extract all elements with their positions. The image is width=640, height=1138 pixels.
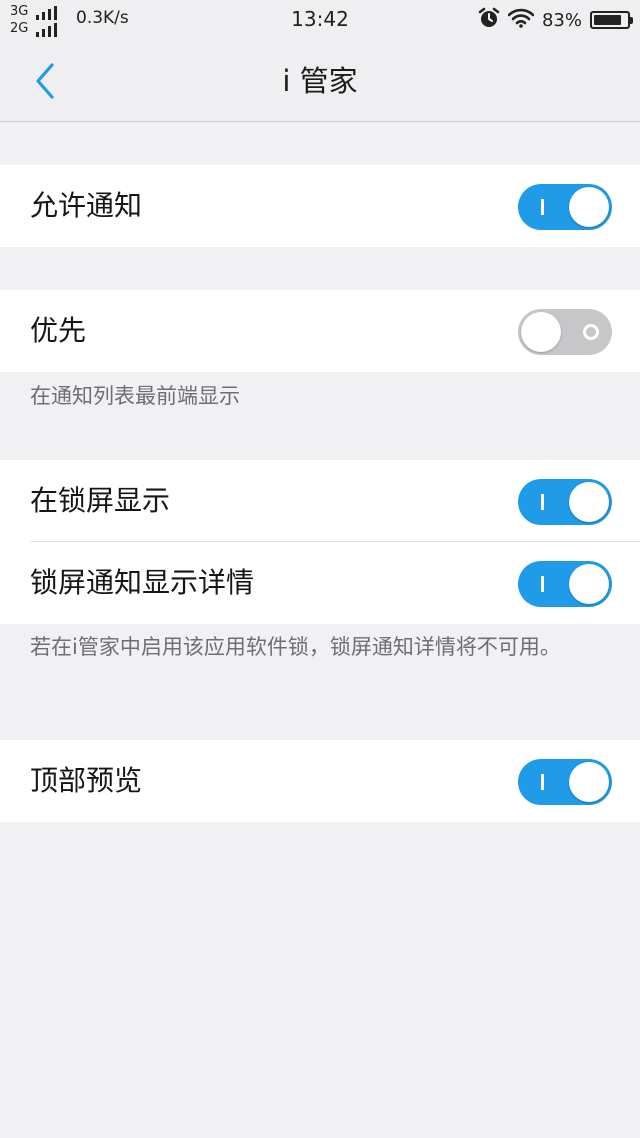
battery-level-fill	[594, 15, 621, 25]
toggle-knob	[569, 482, 609, 522]
chevron-left-icon	[36, 63, 54, 99]
allow-notifications-toggle[interactable]	[518, 184, 612, 230]
setting-lock-screen-details: 锁屏通知显示详情	[0, 542, 640, 624]
navigation-bar: i 管家	[0, 40, 640, 122]
wifi-icon	[507, 8, 535, 33]
setting-allow-notifications: 允许通知	[0, 165, 640, 247]
alarm-clock-icon	[478, 7, 500, 34]
setting-label: 允许通知	[30, 189, 143, 222]
setting-label: 顶部预览	[30, 764, 143, 797]
toggle-on-mark-icon	[541, 774, 544, 790]
page-title: i 管家	[282, 64, 358, 98]
lock-screen-details-toggle[interactable]	[518, 561, 612, 607]
setting-label: 锁屏通知显示详情	[30, 566, 255, 599]
divider	[30, 541, 640, 542]
setting-show-on-lock-screen: 在锁屏显示	[0, 460, 640, 542]
status-bar: 3G 2G 0.3K/s 13:42 83%	[0, 0, 640, 40]
toggle-off-mark-icon	[583, 324, 599, 340]
toggle-knob	[521, 312, 561, 352]
toggle-knob	[569, 564, 609, 604]
lock-screen-details-description: 若在i管家中启用该应用软件锁，锁屏通知详情将不可用。	[30, 635, 561, 659]
battery-percent: 83%	[541, 9, 582, 31]
setting-priority: 优先	[0, 290, 640, 372]
toggle-on-mark-icon	[541, 576, 544, 592]
back-button[interactable]	[20, 56, 70, 106]
toggle-on-mark-icon	[541, 494, 544, 510]
status-right-group: 83%	[478, 7, 633, 34]
setting-top-preview: 顶部预览	[0, 740, 640, 822]
toggle-knob	[569, 762, 609, 802]
toggle-knob	[569, 187, 609, 227]
setting-label: 优先	[30, 314, 87, 347]
lock-screen-toggle[interactable]	[518, 479, 612, 525]
battery-icon	[590, 11, 633, 29]
toggle-on-mark-icon	[541, 199, 544, 215]
setting-label: 在锁屏显示	[30, 484, 171, 517]
priority-toggle[interactable]	[518, 309, 612, 355]
top-preview-toggle[interactable]	[518, 759, 612, 805]
priority-description: 在通知列表最前端显示	[30, 384, 240, 408]
